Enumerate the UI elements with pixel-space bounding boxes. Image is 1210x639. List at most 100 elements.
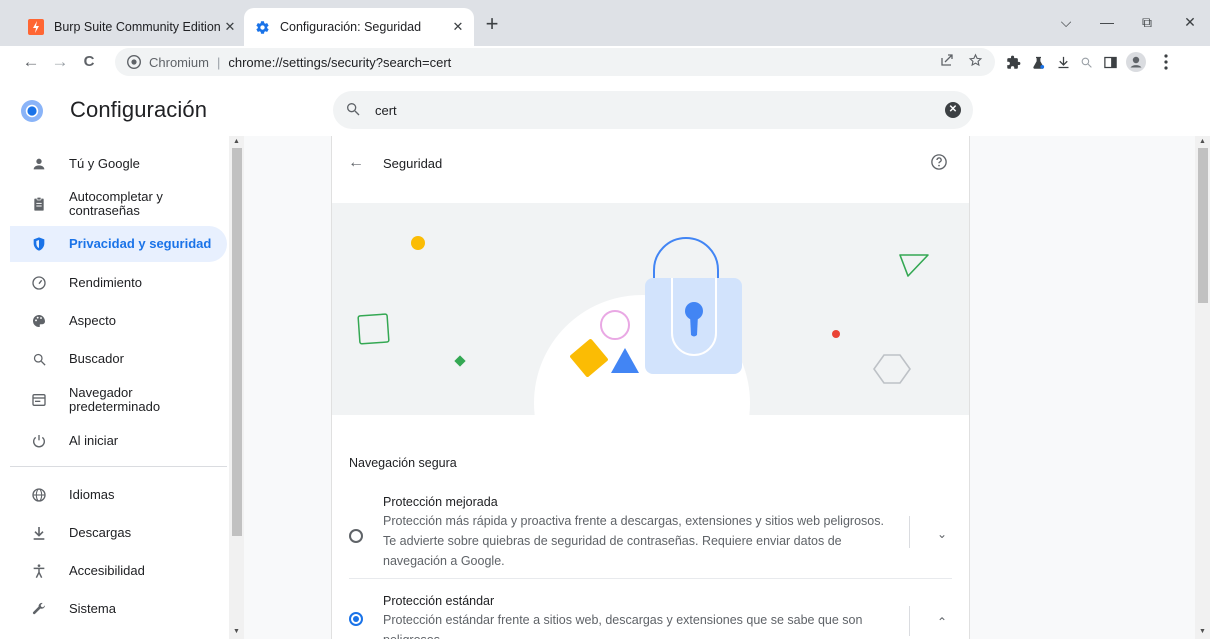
forward-button[interactable]: → — [47, 49, 73, 75]
scroll-down-arrow-icon[interactable]: ▼ — [233, 628, 240, 635]
sidebar-item-label: Buscador — [69, 351, 124, 366]
browser-icon — [30, 391, 48, 409]
power-icon — [30, 432, 48, 450]
omnibox-brand: Chromium — [149, 54, 209, 70]
chromium-logo-icon — [21, 100, 43, 122]
share-icon[interactable] — [940, 53, 954, 71]
omnibox-separator: | — [216, 54, 221, 70]
option-divider — [349, 578, 952, 579]
tab-title: Burp Suite Community Edition — [54, 20, 221, 34]
security-illustration — [332, 203, 969, 415]
omnibox[interactable]: Chromium | chrome://settings/security?se… — [115, 48, 995, 76]
omnibox-url[interactable]: chrome://settings/security?search=cert — [228, 55, 451, 70]
sidebar-scrollbar-thumb[interactable] — [232, 148, 242, 536]
sidebar-item-label: Sistema — [69, 601, 116, 616]
scroll-down-arrow-icon[interactable]: ▼ — [1199, 628, 1206, 635]
option-description: Protección estándar frente a sitios web,… — [383, 613, 863, 639]
settings-search[interactable]: ✕ — [333, 91, 973, 129]
sidebar-item-label: Tú y Google — [69, 156, 140, 171]
scroll-up-arrow-icon[interactable]: ▲ — [1199, 138, 1206, 145]
extensions-puzzle-icon[interactable] — [1003, 52, 1023, 72]
search-icon — [30, 350, 48, 368]
back-arrow-button[interactable]: ← — [346, 153, 366, 173]
search-icon — [345, 101, 361, 122]
section-heading: Navegación segura — [349, 456, 457, 470]
sidebar-item-al-iniciar[interactable]: Al iniciar — [10, 423, 227, 459]
security-card: ← Seguridad Navegación segura Protección… — [331, 136, 970, 639]
section-page-title: Seguridad — [383, 156, 443, 171]
sidebar-divider — [10, 466, 227, 467]
sidebar-item-autocompletar[interactable]: Autocompletar y contraseñas — [10, 186, 227, 222]
tab-burp-suite[interactable]: Burp Suite Community Edition ✕ — [18, 8, 246, 46]
speedometer-icon — [30, 274, 48, 292]
tab-search-chevron-icon[interactable]: ⌵ — [1051, 10, 1081, 34]
close-tab-icon[interactable]: ✕ — [222, 19, 238, 35]
sidebar-item-buscador[interactable]: Buscador — [10, 341, 227, 377]
sidebar-item-label: Descargas — [69, 525, 132, 540]
sidebar-item-label: Accesibilidad — [69, 563, 145, 578]
option-title: Protección estándar — [383, 594, 495, 608]
globe-icon — [30, 486, 48, 504]
sidebar-item-label: Rendimiento — [69, 275, 142, 290]
palette-icon — [30, 312, 48, 330]
person-icon — [30, 155, 48, 173]
sidebar-item-privacidad-y-seguridad[interactable]: Privacidad y seguridad — [10, 226, 227, 262]
sidebar-item-label: Aspecto — [69, 313, 116, 328]
radio-enhanced-protection[interactable] — [349, 529, 363, 543]
close-tab-icon[interactable]: ✕ — [450, 19, 466, 35]
zoom-icon[interactable] — [1076, 52, 1096, 72]
bookmark-star-icon[interactable] — [968, 53, 983, 71]
close-window-button[interactable]: ✕ — [1175, 10, 1205, 34]
clear-search-icon[interactable]: ✕ — [945, 102, 961, 118]
sidebar-item-descargas[interactable]: Descargas — [10, 515, 227, 551]
accessibility-icon — [30, 562, 48, 580]
tab-configuracion-seguridad[interactable]: Configuración: Seguridad ✕ — [244, 8, 474, 46]
option-title: Protección mejorada — [383, 495, 498, 509]
sidebar-item-label: Al iniciar — [69, 433, 119, 448]
sidebar-item-label: Autocompletar y contraseñas — [69, 189, 163, 218]
shield-icon — [30, 235, 48, 253]
burp-suite-icon — [28, 19, 44, 35]
main-scrollbar-thumb[interactable] — [1198, 148, 1208, 303]
sidebar-item-rendimiento[interactable]: Rendimiento — [10, 265, 227, 301]
sidebar-item-label: Navegador predeterminado — [69, 385, 161, 414]
scroll-up-arrow-icon[interactable]: ▲ — [233, 138, 240, 145]
sidebar-item-tu-y-google[interactable]: Tú y Google — [10, 146, 227, 182]
option-separator — [909, 516, 910, 548]
back-button[interactable]: ← — [18, 49, 44, 75]
minimize-button[interactable]: — — [1092, 10, 1122, 34]
search-input[interactable] — [375, 100, 935, 120]
chevron-up-icon[interactable]: ⌃ — [932, 612, 952, 632]
wrench-icon — [30, 600, 48, 618]
sidebar-item-aspecto[interactable]: Aspecto — [10, 303, 227, 339]
chevron-down-icon[interactable]: ⌄ — [932, 524, 952, 544]
chromium-icon[interactable] — [127, 55, 141, 69]
settings-header: Configuración ✕ — [0, 84, 1210, 136]
sidebar-item-sistema[interactable]: Sistema — [10, 591, 227, 627]
help-icon[interactable] — [930, 153, 948, 171]
sidebar-item-idiomas[interactable]: Idiomas — [10, 477, 227, 513]
radio-standard-protection[interactable] — [349, 612, 363, 626]
option-separator — [909, 606, 910, 636]
tab-title: Configuración: Seguridad — [280, 20, 422, 34]
sidebar-item-label: Idiomas — [69, 487, 115, 502]
reload-button[interactable]: C — [76, 49, 102, 75]
sidebar-item-accesibilidad[interactable]: Accesibilidad — [10, 553, 227, 589]
settings-gear-icon — [254, 19, 270, 35]
download-icon[interactable] — [1053, 52, 1073, 72]
download-icon — [30, 524, 48, 542]
lab-flask-icon[interactable] — [1028, 52, 1048, 72]
option-description: Protección más rápida y proactiva frente… — [383, 514, 884, 568]
sidebar: Tú y Google Autocompletar y contraseñas … — [0, 136, 232, 639]
sidebar-item-navegador-predeterminado[interactable]: Navegador predeterminado — [10, 382, 227, 418]
clipboard-icon — [30, 195, 48, 213]
sidebar-item-label: Privacidad y seguridad — [69, 236, 212, 251]
new-tab-button[interactable]: + — [480, 13, 504, 37]
browser-toolbar: ← → C Chromium | chrome://settings/secur… — [0, 46, 1210, 78]
restore-button[interactable]: ⧉ — [1132, 10, 1162, 34]
profile-avatar-icon[interactable] — [1126, 52, 1146, 72]
tab-strip: Burp Suite Community Edition ✕ Configura… — [0, 0, 1210, 46]
more-menu-icon[interactable] — [1156, 52, 1176, 72]
page-title: Configuración — [70, 97, 208, 122]
side-panel-icon[interactable] — [1100, 52, 1120, 72]
